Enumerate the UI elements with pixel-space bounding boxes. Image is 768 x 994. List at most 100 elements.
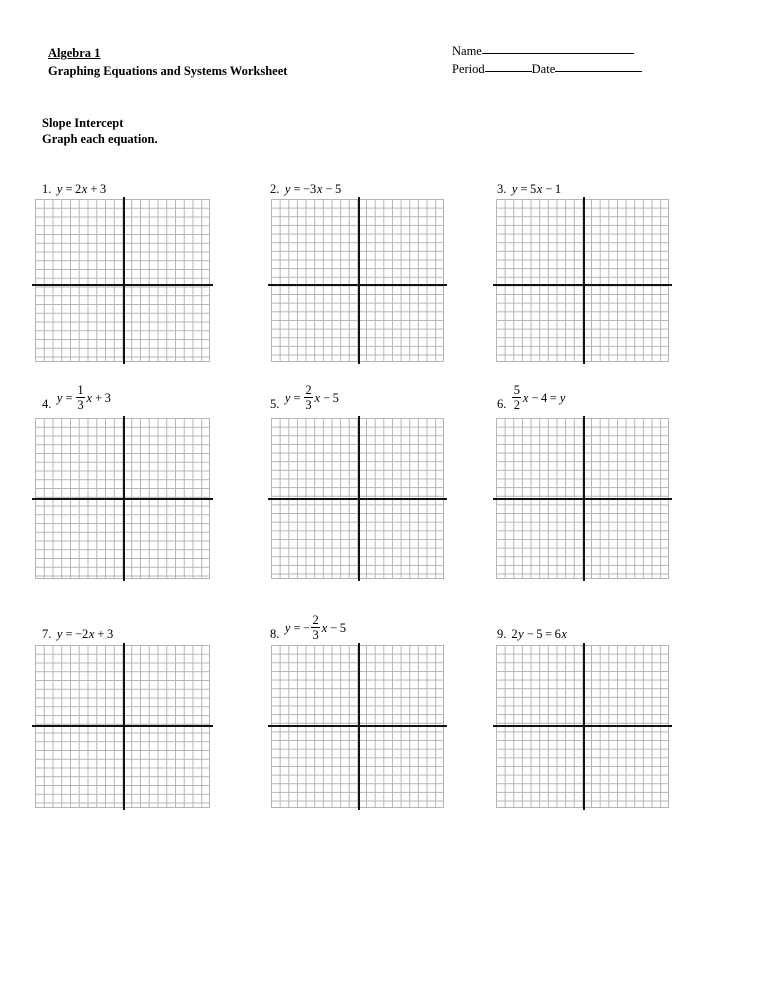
equation-variable: y — [559, 390, 566, 405]
y-axis — [357, 416, 360, 581]
equation-operator: = — [65, 627, 73, 641]
fraction-numerator: 2 — [312, 612, 319, 627]
coordinate-grid[interactable] — [268, 643, 447, 810]
equation-operator: + — [95, 390, 103, 405]
worksheet-header: Algebra 1 Graphing Equations and Systems… — [48, 44, 708, 79]
period-input-line[interactable] — [484, 60, 532, 72]
y-axis — [357, 643, 360, 810]
y-axis — [582, 643, 585, 810]
equation-operator: = — [293, 182, 301, 196]
problem-number: 1. — [42, 182, 52, 196]
equation-operator: − — [526, 627, 534, 641]
y-axis — [122, 643, 125, 810]
equation-operator: − — [531, 390, 539, 405]
header-titles: Algebra 1 Graphing Equations and Systems… — [48, 44, 448, 79]
problem-label: 8. y = −2 3 x −5 — [270, 611, 346, 641]
equation: 2 y −5 = 6 x — [511, 627, 567, 641]
equation: y = −2 3 x −5 — [284, 612, 346, 642]
equation: y = 2 x +3 — [56, 182, 106, 196]
coordinate-grid[interactable] — [32, 197, 213, 364]
equation-operator: = — [293, 620, 301, 635]
problem-item: 1. y = 2 x +3 — [42, 166, 106, 196]
section-title: Slope Intercept — [42, 116, 124, 130]
problem-number: 6. — [497, 397, 507, 411]
equation-operator: − — [330, 620, 338, 635]
fraction-denominator: 3 — [312, 627, 319, 642]
y-axis — [122, 197, 125, 364]
equation: 5 2 x −4 = y — [511, 382, 566, 412]
equation-term: 3 — [106, 627, 114, 641]
name-field-row: Name — [452, 42, 642, 60]
problem-item: 2. y = −3 x −5 — [270, 166, 341, 196]
y-axis — [582, 416, 585, 581]
student-info-fields: Name Period Date — [452, 42, 643, 78]
coordinate-grid[interactable] — [268, 416, 447, 581]
problem-item: 4. y = 1 3 x +3 — [42, 381, 111, 411]
equation-term: 1 — [554, 182, 562, 196]
coordinate-grid[interactable] — [493, 643, 672, 810]
worksheet-title: Graphing Equations and Systems Worksheet — [48, 64, 288, 78]
problem-item: 6. 5 2 x −4 = y — [497, 381, 566, 411]
date-label: Date — [531, 62, 556, 76]
problem-label: 9. 2 y −5 = 6 x — [497, 611, 567, 641]
equation-operator: − — [325, 182, 333, 196]
coordinate-grid[interactable] — [32, 643, 213, 810]
problem-label: 2. y = −3 x −5 — [270, 166, 341, 196]
coordinate-grid[interactable] — [32, 416, 213, 581]
equation-operator: + — [90, 182, 98, 196]
problem-number: 8. — [270, 627, 280, 641]
problem-number: 3. — [497, 182, 507, 196]
y-axis — [122, 416, 125, 581]
problem-number: 2. — [270, 182, 280, 196]
equation-operator: = — [545, 627, 553, 641]
problem-label: 7. y = −2 x +3 — [42, 611, 113, 641]
equation-term: 3 — [104, 390, 111, 405]
fraction: 13 — [76, 382, 85, 411]
y-axis — [357, 197, 360, 364]
fraction-numerator: 2 — [305, 382, 312, 397]
problem-item: 8. y = −2 3 x −5 — [270, 611, 346, 641]
fraction-numerator: 1 — [77, 382, 84, 397]
equation: y = 2 3 x −5 — [284, 382, 339, 412]
period-date-field-row: Period Date — [452, 60, 643, 78]
fraction-numerator: 5 — [513, 382, 520, 397]
equation-term: −2 — [75, 627, 89, 641]
equation-term: 5 — [334, 182, 342, 196]
equation-term: −3 — [303, 182, 317, 196]
coordinate-grid[interactable] — [268, 197, 447, 364]
problem-label: 3. y = 5 x −1 — [497, 166, 561, 196]
problem-number: 9. — [497, 627, 507, 641]
equation-operator: = — [65, 390, 73, 405]
worksheet-page: Algebra 1 Graphing Equations and Systems… — [0, 0, 768, 994]
problem-item: 7. y = −2 x +3 — [42, 611, 113, 641]
equation-term: 3 — [99, 182, 107, 196]
equation-operator: + — [97, 627, 105, 641]
problem-number: 4. — [42, 397, 52, 411]
course-title: Algebra 1 — [48, 46, 101, 60]
section-heading: Slope Intercept Graph each equation. — [42, 115, 158, 147]
fraction-denominator: 2 — [513, 397, 520, 412]
name-input-line[interactable] — [481, 42, 634, 54]
equation-operator: = — [549, 390, 557, 405]
period-label: Period — [452, 62, 485, 76]
coordinate-grid[interactable] — [493, 197, 672, 364]
equation-term: − — [303, 620, 311, 635]
equation-term: 5 — [332, 390, 339, 405]
problem-number: 7. — [42, 627, 52, 641]
fraction: 23 — [311, 612, 321, 642]
equation-operator: = — [520, 182, 528, 196]
equation-operator: = — [65, 182, 73, 196]
date-input-line[interactable] — [555, 60, 643, 72]
problem-label: 6. 5 2 x −4 = y — [497, 381, 566, 411]
equation: y = −2 x +3 — [56, 627, 113, 641]
problem-item: 5. y = 2 3 x −5 — [270, 381, 339, 411]
equation: y = 1 3 x +3 — [56, 382, 111, 411]
equation-operator: − — [545, 182, 553, 196]
coordinate-grid[interactable] — [493, 416, 672, 581]
fraction-denominator: 3 — [305, 397, 312, 412]
problem-item: 3. y = 5 x −1 — [497, 166, 561, 196]
equation-variable: x — [561, 627, 567, 641]
equation: y = 5 x −1 — [511, 182, 561, 196]
name-label: Name — [452, 44, 482, 58]
fraction: 52 — [512, 382, 522, 412]
